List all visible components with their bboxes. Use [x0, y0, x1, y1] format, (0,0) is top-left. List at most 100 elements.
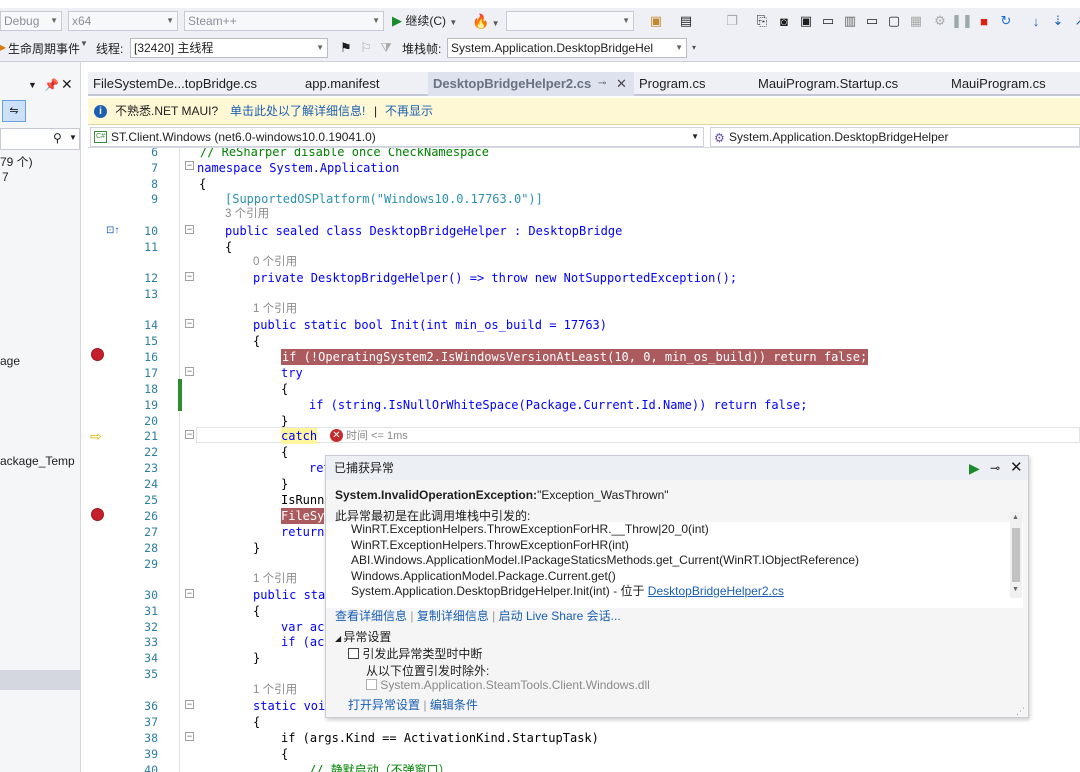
restart-icon[interactable]: ↻: [996, 11, 1016, 31]
codelens-references[interactable]: 3 个引用: [225, 206, 269, 222]
code-line: if (string.IsNullOrWhiteSpace(Package.Cu…: [309, 398, 808, 412]
fold-catch-icon[interactable]: −: [185, 430, 194, 439]
code-line: {: [199, 177, 207, 191]
checkbox-box: [348, 648, 359, 659]
exception-settings-header[interactable]: ◢ 异常设置: [335, 628, 391, 645]
break-when-thrown-checkbox[interactable]: 引发此异常类型时中断: [348, 645, 482, 662]
startup-project-combo[interactable]: Steam++ ▼: [184, 11, 384, 31]
type-context-combo[interactable]: ⚙ System.Application.DesktopBridgeHelper: [710, 127, 1080, 147]
explorer-search-input[interactable]: ⚲ ▼: [0, 128, 80, 150]
view-details-link[interactable]: 查看详细信息: [335, 609, 407, 623]
change-marker: [178, 379, 182, 411]
line-number: 33: [144, 635, 158, 649]
window-icon[interactable]: ▭: [818, 11, 838, 31]
copy-icon[interactable]: ❐: [722, 11, 742, 31]
stack-scrollbar[interactable]: ▲ ▼: [1010, 512, 1022, 598]
tab-pin-icon[interactable]: ⊸: [598, 72, 606, 96]
popup-pin-icon[interactable]: ⊸: [990, 456, 1000, 480]
step-out-icon[interactable]: ↗: [1070, 11, 1080, 31]
lifecycle-dropdown-icon[interactable]: ▼: [80, 39, 88, 48]
fold-init-icon[interactable]: −: [185, 319, 194, 328]
pin-icon[interactable]: 📌: [44, 78, 59, 92]
fold-static-icon[interactable]: −: [185, 700, 194, 709]
tab-program[interactable]: Program.cs: [634, 72, 734, 96]
stack-file-link[interactable]: DesktopBridgeHelper2.cs: [648, 584, 784, 598]
resize-grip-icon[interactable]: ⋰: [1016, 706, 1025, 717]
screens-icon[interactable]: ▢: [884, 11, 904, 31]
layout-icon[interactable]: ▤: [676, 11, 696, 31]
close-panel-icon[interactable]: ✕: [61, 76, 73, 93]
tab-filesystem-desktopbridge[interactable]: FileSystemDe...topBridge.cs: [88, 72, 258, 96]
tab-mauiprogram-startup[interactable]: MauiProgram.Startup.cs: [753, 72, 913, 96]
popup-close-icon[interactable]: ✕: [1010, 456, 1023, 480]
open-exception-settings-link[interactable]: 打开异常设置: [348, 698, 420, 712]
settings-links: 打开异常设置 | 编辑条件: [348, 698, 478, 712]
fold-if-icon[interactable]: −: [185, 732, 194, 741]
step-into-icon[interactable]: ↓: [1026, 11, 1046, 31]
fold-namespace-icon[interactable]: −: [185, 161, 194, 170]
stackframe-combo[interactable]: System.Application.DesktopBridgeHel ▼: [447, 38, 687, 58]
stop-icon[interactable]: ■: [974, 11, 994, 31]
fold-method-icon[interactable]: −: [185, 589, 194, 598]
tools-icon[interactable]: ⚙: [930, 11, 950, 31]
panel-dropdown-icon[interactable]: ▼: [28, 80, 37, 90]
code-navigation-bar: C# ST.Client.Windows (net6.0-windows10.0…: [88, 126, 1080, 148]
thread-combo[interactable]: [32420] 主线程 ▼: [130, 38, 328, 58]
edit-conditions-link[interactable]: 编辑条件: [430, 698, 478, 712]
tab-mauiprogram[interactable]: MauiProgram.cs: [946, 72, 1080, 96]
solution-config-combo[interactable]: Debug ▼: [0, 11, 62, 31]
folder-icon[interactable]: ▣: [646, 11, 666, 31]
except-module-checkbox[interactable]: System.Application.SteamTools.Client.Win…: [366, 678, 650, 692]
terminal-icon[interactable]: ▣: [796, 11, 816, 31]
filter-icon[interactable]: ⧩: [376, 38, 396, 58]
code-line: {: [281, 747, 289, 761]
exception-popup-header: 已捕获异常 ▶ ⊸ ✕: [326, 456, 1028, 480]
line-number: 6: [151, 148, 158, 159]
tree-item-package-template[interactable]: ackage_Temp: [0, 454, 75, 468]
hot-reload-icon[interactable]: 🔥 ▼: [472, 11, 500, 31]
dont-show-again-link[interactable]: 不再显示: [385, 98, 433, 125]
puzzle-icon[interactable]: ▦: [906, 11, 926, 31]
live-share-link[interactable]: 启动 Live Share 会话...: [499, 609, 621, 623]
learn-more-link[interactable]: 单击此处以了解详细信息!: [230, 98, 365, 125]
line-number: 32: [144, 620, 158, 634]
tree-item-selected[interactable]: [0, 670, 80, 690]
flag-all-icon[interactable]: ⚐: [356, 38, 376, 58]
camera-icon[interactable]: ◙: [774, 11, 794, 31]
fold-class-icon[interactable]: −: [185, 225, 194, 234]
step-into-file-icon[interactable]: ⎘: [752, 11, 772, 31]
codelens-references[interactable]: 0 个引用: [253, 254, 297, 270]
grid-icon[interactable]: ▥: [840, 11, 860, 31]
breakpoint-line: FileSy: [281, 508, 325, 524]
item-count-row: 7: [2, 170, 9, 184]
pause-icon[interactable]: ❚❚: [951, 11, 973, 31]
exception-call-stack[interactable]: WinRT.ExceptionHelpers.ThrowExceptionFor…: [326, 522, 1023, 608]
codelens-references[interactable]: 1 个引用: [253, 571, 297, 587]
stack-frame-last: System.Application.DesktopBridgeHelper.I…: [351, 584, 784, 598]
exception-error-icon[interactable]: ✕: [330, 429, 343, 442]
monitor-icon[interactable]: ▭: [862, 11, 882, 31]
tab-app-manifest[interactable]: app.manifest: [300, 72, 410, 96]
flag-icon[interactable]: ⚑: [336, 38, 356, 58]
toolbar-overflow-icon[interactable]: ▾: [692, 43, 696, 52]
sync-view-icon[interactable]: ⇋: [2, 100, 26, 122]
code-line: var act: [281, 620, 332, 634]
platform-combo[interactable]: x64 ▼: [68, 11, 178, 31]
lifecycle-events-label[interactable]: 生命周期事件: [8, 40, 80, 57]
search-dropdown-icon[interactable]: ▼: [69, 133, 77, 142]
continue-play-icon[interactable]: ▶: [969, 456, 980, 480]
tree-item-package[interactable]: age: [0, 354, 20, 368]
codelens-references[interactable]: 1 个引用: [253, 301, 297, 317]
fold-ctor-icon[interactable]: −: [185, 272, 194, 281]
line-number: 35: [144, 667, 158, 681]
tab-close-icon[interactable]: ✕: [616, 72, 627, 96]
continue-button[interactable]: ▶ 继续(C) ▼: [392, 11, 457, 31]
copy-details-link[interactable]: 复制详细信息: [417, 609, 489, 623]
project-context-combo[interactable]: C# ST.Client.Windows (net6.0-windows10.0…: [90, 127, 704, 147]
step-over-icon[interactable]: ⇣: [1048, 11, 1068, 31]
tab-desktopbridgehelper2[interactable]: DesktopBridgeHelper2.cs ⊸ ✕: [428, 72, 634, 96]
process-combo[interactable]: ▼: [506, 11, 634, 31]
exception-popup-title: 已捕获异常: [334, 461, 395, 475]
codelens-references[interactable]: 1 个引用: [253, 682, 297, 698]
fold-try-icon[interactable]: −: [185, 367, 194, 376]
